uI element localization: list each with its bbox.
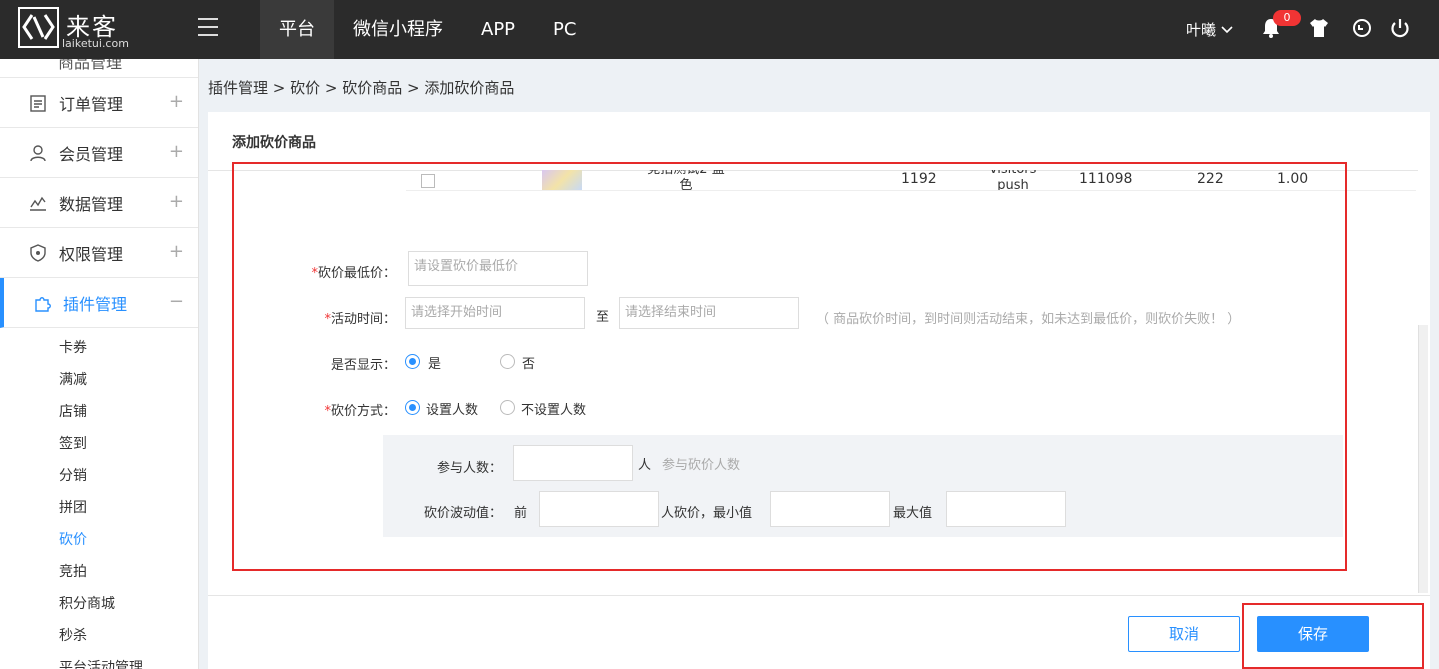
fluctuation-front-text: 前 [514,506,528,521]
menu-toggle-icon[interactable] [198,18,220,38]
sidebar-subitem-discount[interactable]: 满减 [0,364,198,396]
expand-icon[interactable]: + [169,141,184,162]
sidebar-subitem-group-buy[interactable]: 拼团 [0,492,198,524]
sidebar-subitem-distribution[interactable]: 分销 [0,460,198,492]
shield-icon [30,243,46,262]
show-no-radio[interactable] [500,354,515,369]
member-icon [30,144,46,161]
fluctuation-label: 砍价波动值： [423,506,502,521]
mode-no-count-radio[interactable] [500,400,515,415]
sidebar-item-label: 插件管理 [63,294,128,314]
sidebar-item-label: 权限管理 [59,244,124,264]
power-icon[interactable] [1389,17,1411,39]
participants-hint: 参与砍价人数 [662,458,741,473]
start-time-input[interactable]: 请选择开始时间 [405,297,585,329]
show-yes-label: 是 [428,357,442,372]
bargain-mode-label: *砍价方式： [324,404,396,419]
sidebar: 商品管理 订单管理 + 会员管理 + 数据管理 + 权限管理 + 插件管理 − … [0,59,199,669]
participants-label: 参与人数： [436,461,502,476]
mode-set-count-radio[interactable] [405,400,420,415]
participants-unit: 人 [638,458,652,473]
product-code: 111098 [1079,171,1133,187]
product-thumbnail [542,170,582,190]
sidebar-subitem-coupon[interactable]: 卡券 [0,332,198,364]
expand-icon[interactable]: + [169,91,184,112]
show-label: 是否显示： [330,358,396,373]
top-bar: 来客 laiketui.com 平台 微信小程序 APP PC 叶曦 0 [0,0,1439,59]
sidebar-item-partial[interactable]: 商品管理 [0,59,198,78]
show-no-label: 否 [522,357,536,372]
scrollbar[interactable] [1418,325,1428,593]
show-yes-radio[interactable] [405,354,420,369]
time-separator: 至 [596,310,610,325]
participants-input[interactable] [513,445,633,481]
chart-icon [30,196,46,211]
user-name: 叶曦 [1186,21,1217,39]
logo-subtext: laiketui.com [62,37,129,50]
page-title: 添加砍价商品 [232,135,316,151]
sidebar-item-label: 数据管理 [59,194,124,214]
notification-badge: 0 [1273,10,1301,26]
sidebar-item-members[interactable]: 会员管理 + [0,128,198,178]
sidebar-subitem-flash-sale[interactable]: 秒杀 [0,620,198,652]
fluctuation-min-text: 人砍价，最小值 [661,506,753,521]
min-price-label: *砍价最低价： [311,266,396,281]
sidebar-item-plugins[interactable]: 插件管理 − [0,278,198,328]
main-card: 添加砍价商品 竞拍测试2 蓝色 1192 visitors push 11109… [208,112,1430,669]
nav-app[interactable]: APP [462,0,534,59]
top-nav: 平台 微信小程序 APP PC [260,0,595,59]
chevron-down-icon [1221,25,1233,33]
product-stock: 222 [1197,171,1224,187]
fluctuation-min-input[interactable] [770,491,890,527]
sidebar-subitem-points-mall[interactable]: 积分商城 [0,588,198,620]
mode-set-count-label: 设置人数 [426,403,479,418]
sidebar-subitem-signin[interactable]: 签到 [0,428,198,460]
sidebar-item-permissions[interactable]: 权限管理 + [0,228,198,278]
min-price-input[interactable]: 请设置砍价最低价 [408,251,588,286]
tshirt-icon[interactable] [1308,17,1330,39]
fluctuation-max-input[interactable] [946,491,1066,527]
collapse-icon[interactable]: − [169,291,184,312]
sidebar-item-data[interactable]: 数据管理 + [0,178,198,228]
nav-pc[interactable]: PC [534,0,595,59]
fluctuation-count-input[interactable] [539,491,659,527]
table-row: 竞拍测试2 蓝色 1192 visitors push 111098 222 1… [406,170,1416,191]
sidebar-subitem-platform-activity[interactable]: 平台活动管理 [0,652,198,669]
save-button[interactable]: 保存 [1257,616,1369,652]
cancel-button[interactable]: 取消 [1128,616,1240,652]
sidebar-item-label: 订单管理 [59,94,124,114]
product-price: 1.00 [1277,171,1309,187]
user-menu[interactable]: 叶曦 [1186,19,1233,40]
end-time-input[interactable]: 请选择结束时间 [619,297,799,329]
sidebar-item-label: 会员管理 [59,144,124,164]
breadcrumb: 插件管理 > 砍价 > 砍价商品 > 添加砍价商品 [208,79,515,97]
product-id: 1192 [901,171,937,187]
order-icon [30,94,46,112]
divider [208,595,1430,596]
expand-icon[interactable]: + [169,241,184,262]
sidebar-subitem-bargain[interactable]: 砍价 [0,524,198,556]
plugin-icon [35,296,51,312]
mode-no-count-label: 不设置人数 [521,403,587,418]
product-source: visitors push [990,170,1037,191]
logo[interactable]: 来客 laiketui.com [18,7,168,51]
nav-wechat-miniprogram[interactable]: 微信小程序 [334,0,462,59]
sidebar-subitem-auction[interactable]: 竞拍 [0,556,198,588]
sidebar-item-orders[interactable]: 订单管理 + [0,78,198,128]
time-hint: （ 商品砍价时间，到时间则活动结束，如未达到最低价，则砍价失败！ ） [816,312,1241,327]
expand-icon[interactable]: + [169,191,184,212]
logo-mark-icon [18,7,59,48]
refresh-icon[interactable] [1351,17,1373,39]
fluctuation-max-text: 最大值 [893,506,933,521]
product-name: 竞拍测试2 蓝色 [647,170,724,191]
row-checkbox[interactable] [421,174,435,188]
activity-time-label: *活动时间： [324,312,396,327]
sidebar-subitem-store[interactable]: 店铺 [0,396,198,428]
nav-platform[interactable]: 平台 [260,0,334,59]
